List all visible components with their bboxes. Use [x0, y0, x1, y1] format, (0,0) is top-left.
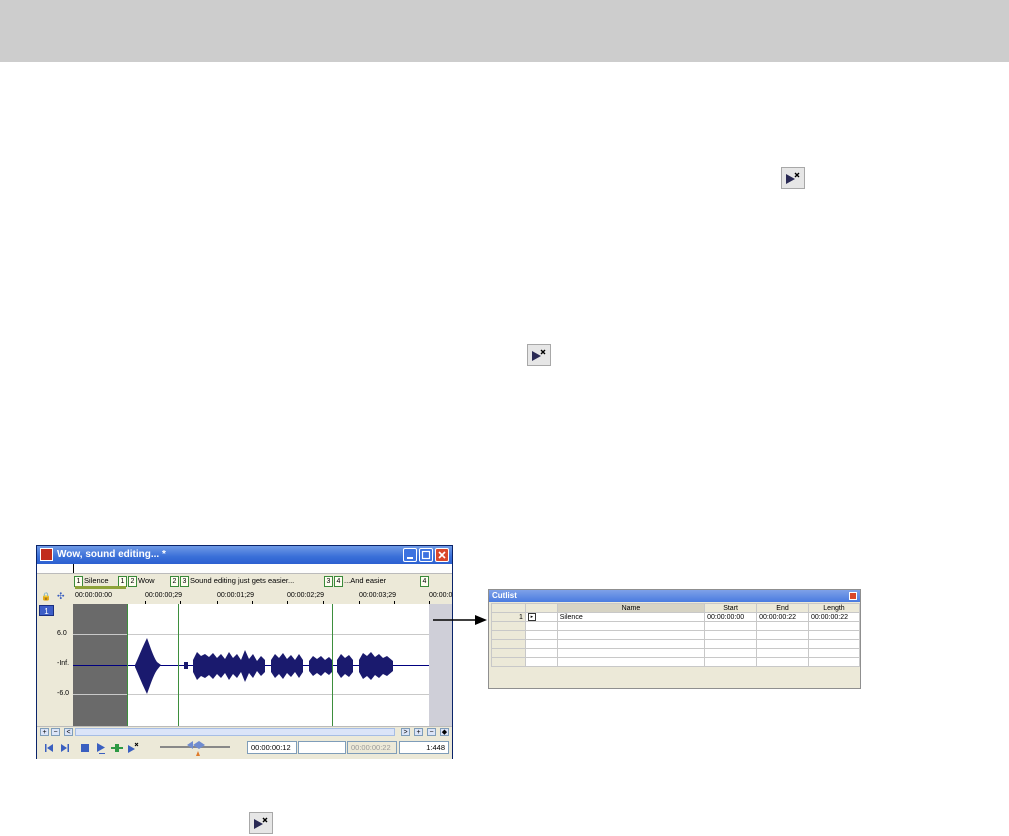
- region-marker[interactable]: 4: [420, 576, 430, 587]
- play-with-x-icon[interactable]: [527, 344, 551, 366]
- cursor-tick: [73, 564, 74, 573]
- arrow-icon: [433, 615, 487, 625]
- cutlist-window: Cutlist Name Start End Length 1 ▸ Silenc…: [488, 589, 861, 689]
- zoom-in-vertical-button[interactable]: +: [414, 728, 423, 736]
- zoom-out-button[interactable]: −: [51, 728, 60, 736]
- region-marker-line: [332, 604, 333, 726]
- horizontal-scrollbar[interactable]: + − < > + − ◆: [37, 726, 452, 737]
- column-header-start[interactable]: Start: [704, 603, 758, 613]
- db-label: -Inf.: [57, 660, 70, 667]
- region-marker[interactable]: 3 4 ...And easier: [324, 576, 386, 587]
- selection-end-field[interactable]: 00:00:00:22: [347, 741, 397, 754]
- time-label: 00:00:02;29: [287, 592, 324, 599]
- zoom-out-vertical-button[interactable]: −: [427, 728, 436, 736]
- table-row[interactable]: 1 ▸ Silence 00:00:00:00 00:00:00:22 00:0…: [491, 612, 860, 622]
- snap-icon[interactable]: ✣: [57, 591, 65, 602]
- time-label: 00:00:00;29: [145, 592, 182, 599]
- icon-column: [524, 603, 558, 613]
- position-field[interactable]: 00:00:00:12: [247, 741, 297, 754]
- scroll-thumb[interactable]: [75, 728, 395, 736]
- transport-bar: 00:00:00:12 00:00:00:22 1:448: [37, 737, 452, 759]
- loop-icon[interactable]: [111, 742, 123, 754]
- cutlist-table: Name Start End Length 1 ▸ Silence 00:00:…: [491, 603, 860, 667]
- go-to-start-icon[interactable]: [43, 742, 55, 754]
- audio-editor-window: Wow, sound editing... * 1 Silence 1 2 Wow 2…: [36, 545, 453, 759]
- waveform: [135, 638, 393, 694]
- column-header-name[interactable]: Name: [556, 603, 706, 613]
- track-number-badge[interactable]: 1: [39, 605, 54, 616]
- track-header: 1 6.0 -Inf. -6.0: [37, 604, 73, 726]
- cut-name[interactable]: Silence: [556, 612, 706, 622]
- time-label: 00:00:01;29: [217, 592, 254, 599]
- stop-icon[interactable]: [79, 742, 91, 754]
- go-to-end-icon[interactable]: [59, 742, 71, 754]
- timeline-ruler[interactable]: 🔒 ✣ 00:00:00:00 00:00:00;29 00:00:01;29 …: [37, 590, 452, 604]
- table-row[interactable]: [491, 648, 860, 658]
- table-row[interactable]: [491, 621, 860, 631]
- row-header-column: [491, 603, 526, 613]
- region-marker-line: [178, 604, 179, 726]
- play-icon[interactable]: [95, 742, 107, 754]
- table-row[interactable]: [491, 639, 860, 649]
- column-header-end[interactable]: End: [756, 603, 809, 613]
- zoom-in-button[interactable]: +: [40, 728, 49, 736]
- scroll-right-button[interactable]: >: [401, 728, 410, 736]
- fit-icon[interactable]: ◆: [440, 728, 449, 736]
- db-label: 6.0: [57, 630, 67, 637]
- cutlist-titlebar[interactable]: Cutlist: [489, 590, 860, 602]
- close-icon[interactable]: [849, 592, 857, 600]
- lock-icon[interactable]: 🔒: [41, 592, 51, 601]
- slider-thumb-icon[interactable]: [185, 739, 207, 757]
- cut-end[interactable]: 00:00:00:22: [756, 612, 809, 622]
- table-row[interactable]: [491, 630, 860, 640]
- column-header-length[interactable]: Length: [808, 603, 860, 613]
- app-icon: [40, 548, 53, 561]
- cutlist-title: Cutlist: [492, 591, 517, 600]
- play-with-x-icon[interactable]: [127, 742, 139, 754]
- row-index: 1: [491, 612, 526, 622]
- selection-bar: [75, 586, 126, 589]
- region-marker-line: [127, 604, 128, 726]
- window-title: Wow, sound editing... *: [57, 549, 166, 560]
- scroll-left-button[interactable]: <: [64, 728, 73, 736]
- maximize-button[interactable]: [419, 548, 433, 562]
- db-label: -6.0: [57, 690, 70, 697]
- top-ruler: [37, 564, 452, 574]
- time-label: 00:00:0: [429, 592, 453, 599]
- selection-start-field[interactable]: [298, 741, 346, 754]
- play-cut-icon[interactable]: ▸: [524, 612, 558, 622]
- editor-titlebar[interactable]: Wow, sound editing... *: [37, 546, 452, 564]
- play-with-x-icon[interactable]: [249, 812, 273, 834]
- table-row[interactable]: [491, 657, 860, 667]
- cut-start[interactable]: 00:00:00:00: [704, 612, 758, 622]
- play-with-x-icon[interactable]: [781, 167, 805, 189]
- region-marker[interactable]: 2 3 Sound editing just gets easier...: [170, 576, 294, 587]
- cut-length[interactable]: 00:00:00:22: [808, 612, 860, 622]
- close-button[interactable]: [435, 548, 449, 562]
- page-header-band: [0, 0, 1009, 62]
- time-label: 00:00:00:00: [75, 592, 112, 599]
- time-label: 00:00:03;29: [359, 592, 396, 599]
- minimize-button[interactable]: [403, 548, 417, 562]
- zoom-ratio-field[interactable]: 1:448: [399, 741, 449, 754]
